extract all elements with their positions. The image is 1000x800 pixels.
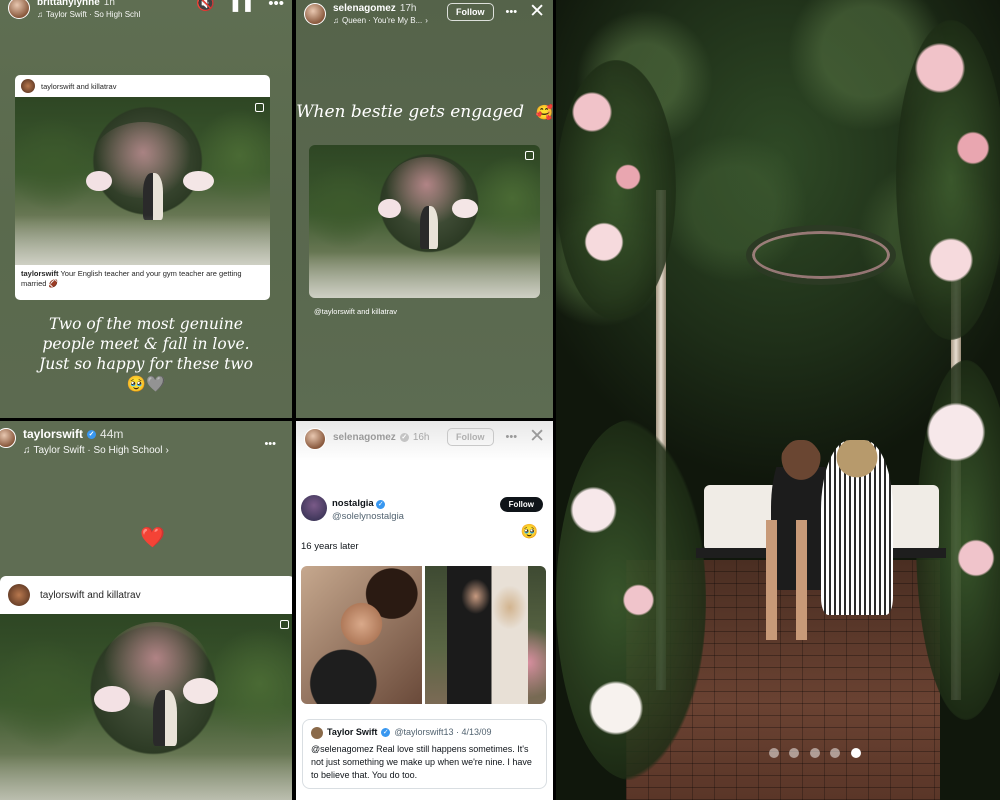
story-panel-taylorswift: taylorswift ✓ 44m ♫ Taylor Swift · So Hi…: [0, 421, 292, 800]
follow-button[interactable]: Follow: [447, 3, 494, 21]
avatar[interactable]: [304, 3, 326, 25]
post-card-users: taylorswift and killatrav: [40, 589, 141, 601]
more-icon[interactable]: •••: [506, 5, 518, 19]
carousel-icon: [280, 620, 289, 629]
carousel-dot-active[interactable]: [850, 748, 861, 758]
carousel-dots[interactable]: [766, 745, 864, 763]
post-card-caption: taylorswift Your English teacher and you…: [21, 269, 242, 288]
tweet-author-handle[interactable]: @solelynostalgia: [332, 511, 404, 522]
tweet-emoji: 🥹: [520, 523, 538, 539]
chevron-right-icon: ›: [165, 444, 169, 456]
tweet-avatar[interactable]: [301, 495, 327, 521]
reshared-post-photo[interactable]: [309, 145, 540, 298]
avatar: [21, 79, 35, 93]
tweet-author-name[interactable]: nostalgia: [332, 498, 374, 509]
verified-icon: ✓: [381, 728, 391, 738]
carousel-dot[interactable]: [809, 748, 820, 758]
post-time: 1h: [103, 0, 115, 8]
quote-text: @selenagomez Real love still happens som…: [311, 744, 532, 781]
tweet-photo-right[interactable]: [425, 566, 546, 704]
avatar[interactable]: [0, 428, 16, 448]
story-header: selenagomez 17h ♫ Queen · You're My B...…: [296, 0, 553, 32]
reshared-post-card[interactable]: taylorswift and killatrav: [0, 576, 292, 800]
couple-woman: [821, 440, 893, 615]
verified-icon: ✓: [376, 500, 386, 509]
username[interactable]: brittanylynne: [37, 0, 100, 9]
story-header: brittanylynne 1h ♫ Taylor Swift · So Hig…: [0, 0, 292, 26]
couple-legs: [766, 520, 826, 640]
carousel-dot[interactable]: [769, 748, 779, 758]
post-card-users: taylorswift and killatrav: [41, 81, 117, 91]
avatar[interactable]: [304, 428, 326, 450]
song-label[interactable]: ♫ Taylor Swift · So High School ›: [23, 445, 169, 457]
song-label[interactable]: ♫ Taylor Swift · So High Schl: [37, 10, 140, 19]
tweet-follow-button[interactable]: Follow: [499, 497, 543, 512]
carousel-icon: [255, 103, 264, 112]
more-icon[interactable]: •••: [264, 438, 276, 450]
song-title: Taylor Swift · So High School: [33, 444, 163, 456]
verified-icon: ✓: [399, 433, 409, 443]
music-icon: ♫: [23, 444, 31, 456]
carousel-icon: [525, 151, 534, 160]
chevron-right-icon: ›: [425, 15, 428, 25]
story-caption: Two of the most genuine people meet & fa…: [0, 314, 292, 394]
quoted-tweet[interactable]: Taylor Swift ✓ @taylorswift13 · 4/13/09 …: [302, 719, 547, 790]
quote-author-name: Taylor Swift: [327, 727, 378, 737]
garden-photo: [15, 97, 270, 265]
reshared-post-card[interactable]: taylorswift and killatrav taylorswift Yo…: [15, 75, 270, 300]
username[interactable]: selenagomez: [333, 432, 396, 444]
post-card-header: taylorswift and killatrav: [15, 75, 270, 97]
carousel-dot[interactable]: [830, 748, 841, 758]
story-header: selenagomez ✓ 16h Follow ••• ✕: [296, 425, 553, 457]
music-icon: ♫: [333, 15, 339, 25]
music-icon: ♫: [37, 9, 43, 19]
story-headline: When bestie gets engaged 🥰: [296, 102, 553, 122]
quote-author-handle: @taylorswift13 · 4/13/09: [394, 727, 492, 737]
song-label[interactable]: ♫ Queen · You're My B... ›: [333, 16, 428, 25]
flower-chandelier: [746, 225, 896, 285]
close-icon[interactable]: ✕: [529, 427, 545, 446]
song-title: Taylor Swift · So High Schl: [46, 9, 141, 19]
caption-emoji: 🥹🩶: [126, 375, 166, 393]
follow-button[interactable]: Follow: [447, 428, 494, 446]
post-time: 16h: [412, 432, 430, 443]
username[interactable]: selenagomez: [333, 3, 396, 15]
headline-emoji: 🥰: [535, 105, 553, 121]
pause-icon[interactable]: ❚❚: [229, 0, 254, 11]
tweet-text: 16 years later: [301, 541, 359, 552]
post-time: 44m: [100, 427, 124, 441]
post-card-header: taylorswift and killatrav: [0, 576, 292, 614]
carousel-dot[interactable]: [789, 748, 800, 758]
story-header: taylorswift ✓ 44m ♫ Taylor Swift · So Hi…: [0, 425, 292, 457]
garden-photo: [0, 614, 292, 800]
avatar[interactable]: [8, 0, 30, 19]
more-icon[interactable]: •••: [268, 0, 284, 11]
post-time: 17h: [399, 3, 417, 14]
username[interactable]: taylorswift: [23, 427, 83, 442]
avatar: [8, 584, 30, 606]
story-panel-selenagomez: selenagomez 17h ♫ Queen · You're My B...…: [296, 0, 553, 418]
heart-icon: ❤️: [140, 527, 165, 549]
gazebo-photo: [556, 0, 1000, 800]
tweet-photo-left[interactable]: [301, 566, 422, 704]
close-icon[interactable]: ✕: [529, 2, 545, 21]
story-panel-brittanylynne: brittanylynne 1h ♫ Taylor Swift · So Hig…: [0, 0, 292, 418]
story-panel-selenagomez-tweet: selenagomez ✓ 16h Follow ••• ✕ nostalgia…: [296, 421, 553, 800]
post-card-users[interactable]: @taylorswift and killatrav: [314, 307, 397, 316]
song-title: Queen · You're My B...: [342, 15, 423, 25]
more-icon[interactable]: •••: [506, 430, 518, 444]
verified-icon: ✓: [87, 430, 97, 440]
mute-icon[interactable]: 🔇: [196, 0, 215, 11]
avatar: [311, 726, 323, 739]
